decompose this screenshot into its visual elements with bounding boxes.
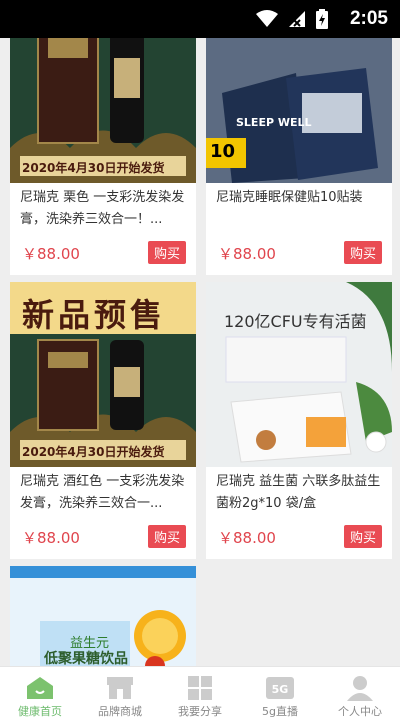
- bottom-tab-bar: 健康首页 品牌商城 我要分享 5G 5g直播 个人中心: [0, 666, 400, 720]
- 5g-icon: 5G: [266, 677, 294, 699]
- person-icon: [347, 676, 373, 701]
- signal-icon: [289, 11, 305, 27]
- product-title: 尼瑞克 酒红色 一支彩洗发染发膏，洗染养三效合一...: [20, 474, 185, 511]
- product-image: SLEEP WELL 10: [206, 38, 392, 183]
- tab-profile[interactable]: 个人中心: [320, 667, 400, 720]
- battery-icon: [316, 9, 328, 29]
- status-time: 2:05: [349, 8, 388, 29]
- tab-label: 健康首页: [18, 705, 62, 718]
- tab-home[interactable]: 健康首页: [0, 667, 80, 720]
- tab-label: 5g直播: [262, 705, 298, 718]
- tab-share[interactable]: 我要分享: [160, 667, 240, 720]
- home-icon: [27, 677, 53, 699]
- product-price: ￥88.00: [22, 245, 80, 263]
- product-image: 120亿CFU专有活菌: [206, 282, 392, 467]
- product-title: 尼瑞克睡眠保健贴10贴装: [216, 190, 363, 205]
- promo-banner: 2020年4月30日开始发货: [22, 161, 165, 175]
- buy-button[interactable]: 购买: [147, 241, 186, 264]
- tab-store[interactable]: 品牌商城: [80, 667, 160, 720]
- grid-icon: [188, 676, 212, 700]
- tab-live[interactable]: 5G 5g直播: [240, 667, 320, 720]
- buy-button[interactable]: 购买: [343, 525, 382, 548]
- product-grid: 2020年4月30日开始发货 尼瑞克 栗色 一支彩洗发染发膏，洗染养三效合一！.…: [0, 38, 400, 666]
- product-price: ￥88.00: [22, 529, 80, 547]
- product-title: 尼瑞克 栗色 一支彩洗发染发膏，洗染养三效合一！...: [20, 190, 185, 227]
- product-box-label: SLEEP WELL: [236, 116, 312, 129]
- tab-label: 我要分享: [178, 705, 222, 718]
- svg-text:5G: 5G: [272, 683, 289, 696]
- product-headline: 120亿CFU专有活菌: [224, 312, 367, 331]
- wifi-icon: [256, 10, 278, 27]
- product-box-sub: 低聚果糖饮品: [44, 651, 128, 666]
- product-card[interactable]: 120亿CFU专有活菌 尼瑞克 益生菌 六联多肽益生菌粉2g*10 袋/盒 ￥8…: [206, 282, 392, 559]
- tab-label: 品牌商城: [98, 705, 142, 718]
- store-icon: [107, 677, 133, 699]
- product-image: 新品预售 2020年4月30日开始发货: [10, 282, 196, 467]
- tab-label: 个人中心: [338, 705, 382, 718]
- product-card[interactable]: 新品预售 2020年4月30日开始发货 尼瑞克 酒红色 一支彩洗发染发膏，洗染养…: [10, 282, 196, 559]
- product-card[interactable]: 益生元 低聚果糖饮品: [10, 566, 196, 666]
- buy-button[interactable]: 购买: [343, 241, 382, 264]
- product-title: 尼瑞克 益生菌 六联多肽益生菌粉2g*10 袋/盒: [216, 474, 381, 511]
- product-count-badge: 10: [210, 141, 236, 162]
- product-image: 2020年4月30日开始发货: [10, 38, 196, 183]
- product-price: ￥88.00: [218, 245, 276, 263]
- promo-banner: 2020年4月30日开始发货: [22, 445, 165, 459]
- product-card[interactable]: SLEEP WELL 10 尼瑞克睡眠保健贴10贴装 ￥88.00 购买: [206, 38, 392, 275]
- status-bar: 2:05: [0, 0, 400, 38]
- product-card[interactable]: 2020年4月30日开始发货 尼瑞克 栗色 一支彩洗发染发膏，洗染养三效合一！.…: [10, 38, 196, 275]
- product-price: ￥88.00: [218, 529, 276, 547]
- product-image: 益生元 低聚果糖饮品: [10, 566, 196, 666]
- buy-button[interactable]: 购买: [147, 525, 186, 548]
- promo-title: 新品预售: [22, 296, 167, 334]
